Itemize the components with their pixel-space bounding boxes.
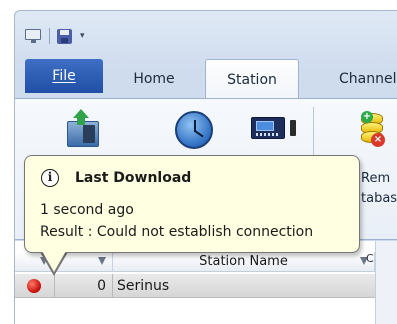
device-icon [251, 117, 296, 139]
computer-icon[interactable] [25, 28, 43, 44]
side-panel [375, 241, 397, 324]
qat-dropdown-icon[interactable]: ▾ [80, 31, 85, 41]
tooltip-tail-fill [42, 251, 66, 272]
device-lcd [256, 121, 274, 131]
tooltip-result: Result : Could not establish connection [40, 224, 314, 240]
database-icon: + × [361, 111, 385, 147]
station-grid: Station Name 0 Serinus [15, 241, 397, 324]
clock-hand [194, 130, 204, 138]
remove-badge-icon: × [371, 133, 385, 147]
remote-database-label: tabas [361, 191, 397, 206]
last-download-tooltip: i Last Download 1 second ago Result : Co… [24, 155, 360, 253]
column-header-station-name[interactable]: Station Name [113, 252, 375, 272]
quick-access-toolbar: ▾ [25, 25, 85, 47]
grid-header: Station Name [15, 252, 375, 272]
remote-database-button[interactable]: + × [351, 109, 395, 151]
device-plug [290, 120, 296, 136]
tooltip-title: Last Download [75, 170, 192, 186]
save-slot [61, 38, 68, 43]
row-number-cell: 0 [55, 273, 113, 298]
device-dots [256, 133, 280, 136]
qat-separator [49, 28, 50, 44]
tab-station[interactable]: Station [205, 59, 299, 99]
tooltip-time: 1 second ago [40, 202, 134, 218]
computer-screen [25, 29, 41, 40]
ribbon-tabs: File Home Station Channels [25, 59, 397, 99]
clock-button[interactable] [171, 109, 215, 151]
tab-file[interactable]: File [25, 59, 103, 93]
download-arrow-stem [77, 117, 85, 125]
remote-database-label: Rem [361, 171, 391, 186]
column-filter-icon[interactable] [98, 257, 106, 267]
save-label [60, 30, 69, 35]
tab-file-label: File [52, 68, 76, 84]
side-panel-tab[interactable]: C [366, 252, 374, 265]
table-row[interactable]: 0 Serinus [15, 273, 375, 298]
row-station-name-cell: Serinus [117, 277, 170, 294]
info-icon: i [41, 169, 59, 187]
save-icon[interactable] [56, 28, 74, 44]
status-indicator-icon [27, 278, 41, 293]
tab-home[interactable]: Home [117, 65, 191, 93]
download-button[interactable] [63, 109, 107, 151]
tab-channels[interactable]: Channels [325, 65, 397, 93]
clock-icon [175, 111, 213, 149]
computer-stand [31, 40, 36, 43]
add-badge-icon: + [361, 111, 373, 123]
row-status-cell [15, 273, 55, 298]
device-button[interactable] [247, 109, 296, 151]
column-header-label: Station Name [199, 254, 288, 269]
